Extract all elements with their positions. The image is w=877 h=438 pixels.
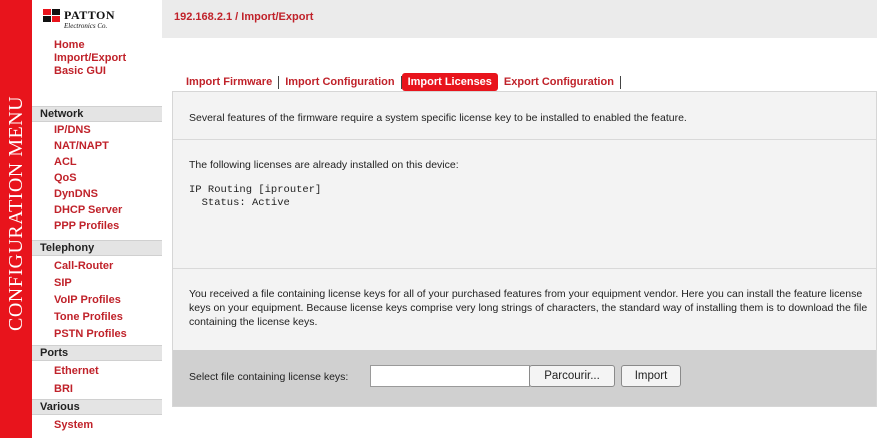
license-file-form: Select file containing license keys: Par…	[173, 350, 876, 406]
sidebar-item-sip[interactable]: SIP	[54, 277, 72, 290]
sidebar-group-title: Network	[40, 108, 84, 120]
license-file-input[interactable]	[370, 365, 530, 387]
configuration-menu-banner: CONFIGURATION MENU	[0, 0, 32, 438]
import-button[interactable]: Import	[621, 365, 681, 387]
tab-import-configuration[interactable]: Import Configuration	[279, 73, 400, 91]
sidebar-item-ip-dns[interactable]: IP/DNS	[54, 124, 91, 137]
sidebar-item-dyndns[interactable]: DynDNS	[54, 188, 98, 201]
sidebar-group-network: Network	[32, 106, 162, 122]
instructions-text: You received a file containing license k…	[189, 288, 868, 328]
tab-divider	[619, 75, 621, 89]
sidebar-item-system[interactable]: System	[54, 419, 93, 432]
tab-export-configuration[interactable]: Export Configuration	[498, 73, 620, 91]
sidebar-group-ports: Ports	[32, 345, 162, 361]
sidebar-item-home[interactable]: Home	[54, 39, 85, 52]
header-bar: 192.168.2.1 / Import/Export	[162, 0, 877, 38]
license-panel: Several features of the firmware require…	[172, 91, 877, 407]
sidebar-group-title: Various	[40, 401, 80, 413]
sidebar-item-dhcp-server[interactable]: DHCP Server	[54, 204, 122, 217]
tab-import-licenses[interactable]: Import Licenses	[401, 73, 498, 91]
sidebar-item-basic-gui[interactable]: Basic GUI	[54, 65, 106, 78]
license-entry-status: Status: Active	[189, 197, 290, 209]
license-entry-name: IP Routing [iprouter]	[189, 184, 322, 196]
file-select-label: Select file containing license keys:	[189, 371, 349, 383]
sidebar-group-various: Various	[32, 399, 162, 415]
installed-licenses-heading: The following licenses are already insta…	[189, 159, 459, 171]
sidebar-item-tone-profiles[interactable]: Tone Profiles	[54, 311, 123, 324]
sidebar-item-call-router[interactable]: Call-Router	[54, 260, 113, 273]
logo-subtitle: Electronics Co.	[64, 22, 108, 30]
tab-import-firmware[interactable]: Import Firmware	[180, 73, 278, 91]
sidebar: PATTON Electronics Co. Home Import/Expor…	[32, 0, 162, 438]
breadcrumb: 192.168.2.1 / Import/Export	[174, 11, 314, 23]
sidebar-group-title: Ports	[40, 347, 69, 359]
sidebar-item-import-export[interactable]: Import/Export	[54, 52, 126, 65]
logo-mark-icon	[43, 9, 60, 22]
intro-section: Several features of the firmware require…	[173, 92, 876, 140]
logo-brand: PATTON	[64, 8, 116, 22]
sidebar-group-telephony: Telephony	[32, 240, 162, 256]
installed-licenses-section: The following licenses are already insta…	[173, 140, 876, 269]
sidebar-item-bri[interactable]: BRI	[54, 383, 73, 396]
sidebar-item-voip-profiles[interactable]: VoIP Profiles	[54, 294, 121, 307]
sidebar-item-ppp-profiles[interactable]: PPP Profiles	[54, 220, 119, 233]
configuration-menu-text: CONFIGURATION MENU	[5, 95, 27, 331]
sidebar-group-title: Telephony	[40, 242, 95, 254]
sidebar-item-acl[interactable]: ACL	[54, 156, 77, 169]
instructions-section: You received a file containing license k…	[173, 269, 876, 350]
sidebar-item-nat-napt[interactable]: NAT/NAPT	[54, 140, 109, 153]
sidebar-item-ethernet[interactable]: Ethernet	[54, 365, 99, 378]
intro-text: Several features of the firmware require…	[189, 112, 687, 124]
patton-logo: PATTON Electronics Co.	[41, 6, 151, 36]
sidebar-item-pstn-profiles[interactable]: PSTN Profiles	[54, 328, 127, 341]
sidebar-item-qos[interactable]: QoS	[54, 172, 77, 185]
tab-bar: Import Firmware Import Configuration Imp…	[180, 73, 621, 91]
browse-button[interactable]: Parcourir...	[529, 365, 615, 387]
